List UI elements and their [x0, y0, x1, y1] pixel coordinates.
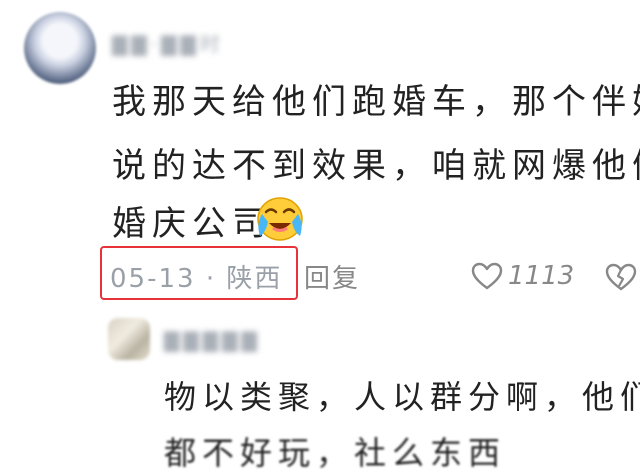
commenter-avatar[interactable]: [24, 12, 96, 84]
reply-avatar[interactable]: [108, 318, 150, 360]
commenter-username[interactable]: ▇▇·▇▇时: [112, 28, 224, 56]
reply-text-line-2: 都不好玩，社么东西: [164, 434, 507, 472]
meta-separator: ·: [205, 264, 217, 294]
comment-date: 05-13: [110, 264, 196, 294]
comment-text-line-2: 说的达不到效果，咱就网爆他们: [112, 146, 640, 186]
reply-username[interactable]: ▇▇▇▇▇: [164, 328, 261, 352]
heart-icon: [471, 262, 503, 290]
comment-meta: 05-13 · 陕西: [110, 258, 282, 295]
comment-text-line-1: 我那天给他们跑婚车，那个伴娘: [112, 82, 640, 122]
reply-text-line-1: 物以类聚，人以群分啊，他们: [164, 378, 640, 416]
reply-button[interactable]: 回复: [304, 258, 360, 295]
like-count: 1113: [508, 261, 575, 291]
like-button[interactable]: 1113: [470, 258, 574, 294]
crying-laughing-emoji: [257, 197, 303, 241]
comment-text-line-3: 婚庆公司: [112, 204, 272, 244]
broken-heart-icon[interactable]: [604, 262, 638, 292]
comment-location: 陕西: [226, 264, 283, 294]
